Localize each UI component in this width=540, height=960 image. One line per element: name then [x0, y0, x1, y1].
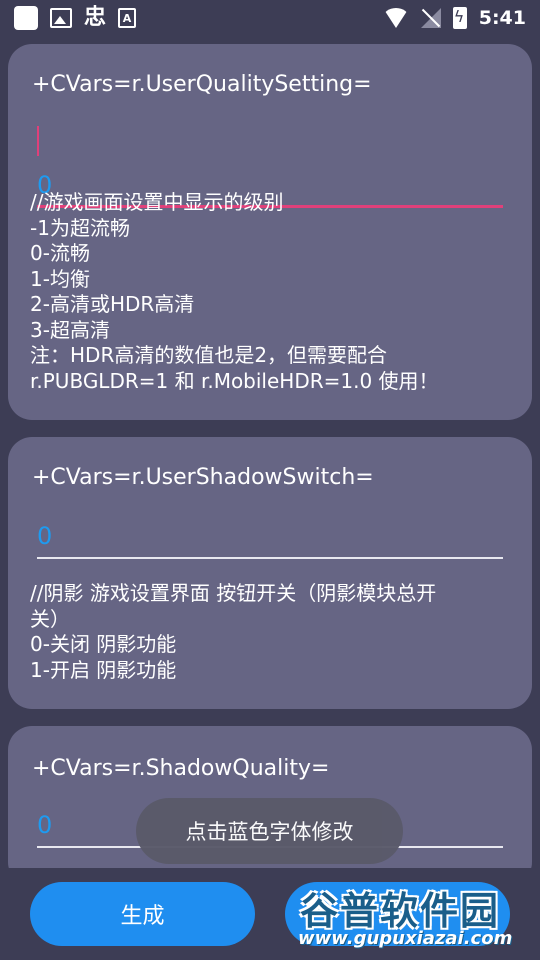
battery-charging-icon: [452, 7, 467, 29]
cvar-card-user-quality: +CVars=r.UserQualitySetting= //游戏画面设置中显示…: [8, 44, 532, 420]
text-cursor: [37, 126, 39, 156]
status-time: 5:41: [478, 7, 526, 29]
chinese-char-icon: 忠: [84, 5, 107, 30]
description-line: 注：HDR高清的数值也是2，但需要配合: [30, 343, 388, 367]
toast-message: 点击蓝色字体修改: [136, 798, 403, 864]
description-line: 1-开启 阴影功能: [30, 657, 177, 682]
generate-button[interactable]: 生成: [30, 882, 255, 946]
watermark-title: 谷普软件园: [300, 889, 501, 933]
description-line: //阴影 游戏设置界面 按钮开关（阴影模块总开: [30, 581, 437, 605]
cvar-label: +CVars=r.ShadowQuality=: [32, 756, 330, 781]
site-watermark: 谷普软件园 www.gupuxiazai.com: [292, 880, 538, 956]
description-line: 0-关闭 阴影功能: [30, 632, 177, 656]
cvar-label: +CVars=r.UserShadowSwitch=: [32, 465, 374, 490]
cvar-card-user-shadow-switch: +CVars=r.UserShadowSwitch= //阴影 游戏设置界面 按…: [8, 437, 532, 709]
cvar-description: //游戏画面设置中显示的级别 -1为超流畅 0-流畅 1-均衡 2-高清或HDR…: [30, 190, 510, 394]
description-line: -1为超流畅: [30, 215, 130, 240]
text-a-icon: A: [118, 8, 137, 28]
description-line: 1-均衡: [30, 266, 90, 291]
status-bar-left: 忠 A: [14, 5, 137, 30]
description-line: r.PUBGLDR=1 和 r.MobileHDR=1.0 使用！: [30, 368, 439, 393]
app-square-icon: [14, 6, 38, 30]
image-icon: [50, 8, 72, 28]
wifi-icon: [382, 8, 409, 28]
description-line: 2-高清或HDR高清: [30, 292, 195, 316]
cvar-label: +CVars=r.UserQualitySetting=: [32, 72, 372, 97]
cvar-value-input[interactable]: [37, 515, 503, 559]
no-signal-icon: [420, 8, 441, 28]
description-line: 关）: [30, 606, 70, 631]
status-bar-right: 5:41: [382, 7, 526, 29]
description-line: 0-流畅: [30, 241, 90, 265]
status-bar: 忠 A 5:41: [0, 0, 540, 36]
cvar-description: //阴影 游戏设置界面 按钮开关（阴影模块总开 关） 0-关闭 阴影功能 1-开…: [30, 581, 510, 683]
watermark-url: www.gupuxiazai.com: [298, 928, 513, 949]
description-line: 3-超高清: [30, 317, 110, 342]
description-line: //游戏画面设置中显示的级别: [30, 190, 284, 214]
